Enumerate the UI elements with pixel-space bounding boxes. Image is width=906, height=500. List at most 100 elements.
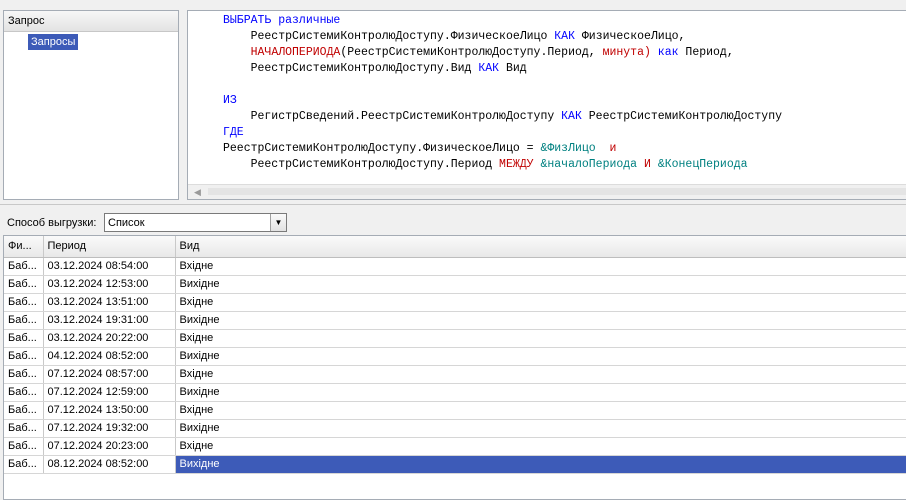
cell-period[interactable]: 03.12.2024 19:31:00: [43, 311, 176, 330]
query-line: РеестрСистемиКонтролюДоступу.ФизическоеЛ…: [223, 141, 782, 157]
cell-person[interactable]: Баб...: [4, 275, 44, 294]
query-token: КАК: [554, 30, 575, 43]
query-token: ГДЕ: [223, 126, 244, 139]
query-token: ФизическоеЛицо,: [574, 30, 686, 43]
dropdown-arrow-icon[interactable]: ▼: [270, 214, 286, 231]
cell-type[interactable]: Вхідне: [175, 365, 906, 384]
table-row[interactable]: Баб... 07.12.2024 08:57:00 Вхідне: [4, 365, 906, 384]
column-header-person[interactable]: Фи...: [4, 236, 44, 258]
table-row[interactable]: Баб... 07.12.2024 20:23:00 Вхідне: [4, 437, 906, 456]
query-line: [223, 77, 782, 93]
query-token: ВЫБРАТЬ различные: [223, 14, 341, 27]
table-row[interactable]: Баб... 07.12.2024 13:50:00 Вхідне: [4, 401, 906, 420]
query-text-editor[interactable]: ВЫБРАТЬ различные РеестрСистемиКонтролюД…: [187, 10, 906, 200]
cell-type[interactable]: Вхідне: [175, 437, 906, 456]
cell-period[interactable]: 03.12.2024 08:54:00: [43, 257, 176, 276]
cell-person[interactable]: Баб...: [4, 293, 44, 312]
query-line: РеестрСистемиКонтролюДоступу.Период МЕЖД…: [223, 157, 782, 173]
cell-type[interactable]: Вхідне: [175, 401, 906, 420]
cell-type[interactable]: Вхідне: [175, 257, 906, 276]
query-token: как: [657, 46, 679, 59]
cell-period[interactable]: 03.12.2024 20:22:00: [43, 329, 176, 348]
query-token: [651, 158, 658, 171]
cell-person[interactable]: Баб...: [4, 311, 44, 330]
query-line: ИЗ: [223, 93, 782, 109]
table-row[interactable]: Баб... 03.12.2024 13:51:00 Вхідне: [4, 293, 906, 312]
table-row[interactable]: Баб... 07.12.2024 19:32:00 Вихідне: [4, 419, 906, 438]
query-token: ИЗ: [223, 94, 237, 107]
cell-period[interactable]: 07.12.2024 13:50:00: [43, 401, 176, 420]
table-row[interactable]: Баб... 03.12.2024 12:53:00 Вихідне: [4, 275, 906, 294]
cell-period[interactable]: 03.12.2024 13:51:00: [43, 293, 176, 312]
cell-person[interactable]: Баб...: [4, 347, 44, 366]
query-token: Вид: [499, 62, 527, 75]
export-mode-value: Список: [108, 217, 145, 229]
query-line: РегистрСведений.РеестрСистемиКонтролюДос…: [223, 109, 782, 125]
query-token: минута): [602, 46, 651, 59]
table-row[interactable]: Баб... 04.12.2024 08:52:00 Вихідне: [4, 347, 906, 366]
query-tree-panel: Запрос Запросы: [3, 10, 179, 200]
query-line: ГДЕ: [223, 125, 782, 141]
cell-type[interactable]: Вхідне: [175, 293, 906, 312]
cell-period[interactable]: 07.12.2024 12:59:00: [43, 383, 176, 402]
cell-type[interactable]: Вихідне: [175, 311, 906, 330]
query-line: ВЫБРАТЬ различные: [223, 13, 782, 29]
cell-person[interactable]: Баб...: [4, 365, 44, 384]
column-header-type[interactable]: Вид: [175, 236, 906, 258]
cell-type[interactable]: Вихідне: [175, 275, 906, 294]
scrollbar-track[interactable]: [208, 188, 906, 195]
query-token: &началоПериода: [540, 158, 638, 171]
cell-person[interactable]: Баб...: [4, 329, 44, 348]
cell-type[interactable]: Вхідне: [175, 329, 906, 348]
query-token: (РеестрСистемиКонтролюДоступу.Период,: [340, 46, 603, 59]
query-token: [637, 158, 644, 171]
query-token: РеестрСистемиКонтролюДоступу.Вид: [223, 62, 479, 75]
cell-person[interactable]: Баб...: [4, 419, 44, 438]
results-grid[interactable]: Фи... Период Вид Баб... 03.12.2024 08:54:…: [3, 235, 906, 500]
cell-type[interactable]: Вихідне: [175, 347, 906, 366]
query-token: [223, 46, 251, 59]
query-text[interactable]: ВЫБРАТЬ различные РеестрСистемиКонтролюД…: [223, 13, 782, 173]
cell-period[interactable]: 07.12.2024 20:23:00: [43, 437, 176, 456]
cell-period[interactable]: 04.12.2024 08:52:00: [43, 347, 176, 366]
cell-person[interactable]: Баб...: [4, 437, 44, 456]
cell-period[interactable]: 07.12.2024 08:57:00: [43, 365, 176, 384]
query-token: РеестрСистемиКонтролюДоступу: [581, 110, 783, 123]
query-token: &КонецПериода: [657, 158, 748, 171]
table-row[interactable]: Баб... 08.12.2024 08:52:00 Вихідне: [4, 455, 906, 474]
cell-person[interactable]: Баб...: [4, 401, 44, 420]
query-token: РегистрСведений.РеестрСистемиКонтролюДос…: [223, 110, 562, 123]
scroll-left-icon[interactable]: ◀: [194, 185, 201, 199]
cell-type[interactable]: Вихідне: [175, 455, 906, 474]
cell-person[interactable]: Баб...: [4, 455, 44, 474]
export-mode-select[interactable]: Список ▼: [104, 213, 287, 232]
query-token: РеестрСистемиКонтролюДоступу.Период: [223, 158, 500, 171]
horizontal-scrollbar[interactable]: ◀: [188, 184, 906, 199]
query-token: РеестрСистемиКонтролюДоступу.ФизическоеЛ…: [223, 142, 541, 155]
table-row[interactable]: Баб... 03.12.2024 20:22:00 Вхідне: [4, 329, 906, 348]
cell-person[interactable]: Баб...: [4, 257, 44, 276]
cell-type[interactable]: Вихідне: [175, 419, 906, 438]
cell-type[interactable]: Вихідне: [175, 383, 906, 402]
table-row[interactable]: Баб... 07.12.2024 12:59:00 Вихідне: [4, 383, 906, 402]
cell-period[interactable]: 03.12.2024 12:53:00: [43, 275, 176, 294]
cell-person[interactable]: Баб...: [4, 383, 44, 402]
query-token: МЕЖДУ: [499, 158, 534, 171]
query-token: КАК: [478, 62, 500, 75]
query-token: НАЧАЛОПЕРИОДА: [250, 46, 341, 59]
query-line: НАЧАЛОПЕРИОДА(РеестрСистемиКонтролюДосту…: [223, 45, 782, 61]
cell-period[interactable]: 07.12.2024 19:32:00: [43, 419, 176, 438]
table-row[interactable]: Баб... 03.12.2024 08:54:00 Вхідне: [4, 257, 906, 276]
grid-header-row: Фи... Период Вид: [4, 236, 906, 258]
query-line: РеестрСистемиКонтролюДоступу.Вид КАК Вид: [223, 61, 782, 77]
table-row[interactable]: Баб... 03.12.2024 19:31:00 Вихідне: [4, 311, 906, 330]
tree-item-queries[interactable]: Запросы: [28, 34, 79, 50]
panel-splitter[interactable]: [0, 204, 906, 207]
cell-period[interactable]: 08.12.2024 08:52:00: [43, 455, 176, 474]
query-token: РеестрСистемиКонтролюДоступу.ФизическоеЛ…: [223, 30, 555, 43]
query-token: [596, 142, 610, 155]
tree-header: Запрос: [4, 11, 178, 32]
query-token: [651, 46, 658, 59]
query-token: КАК: [561, 110, 582, 123]
column-header-period[interactable]: Период: [43, 236, 176, 258]
